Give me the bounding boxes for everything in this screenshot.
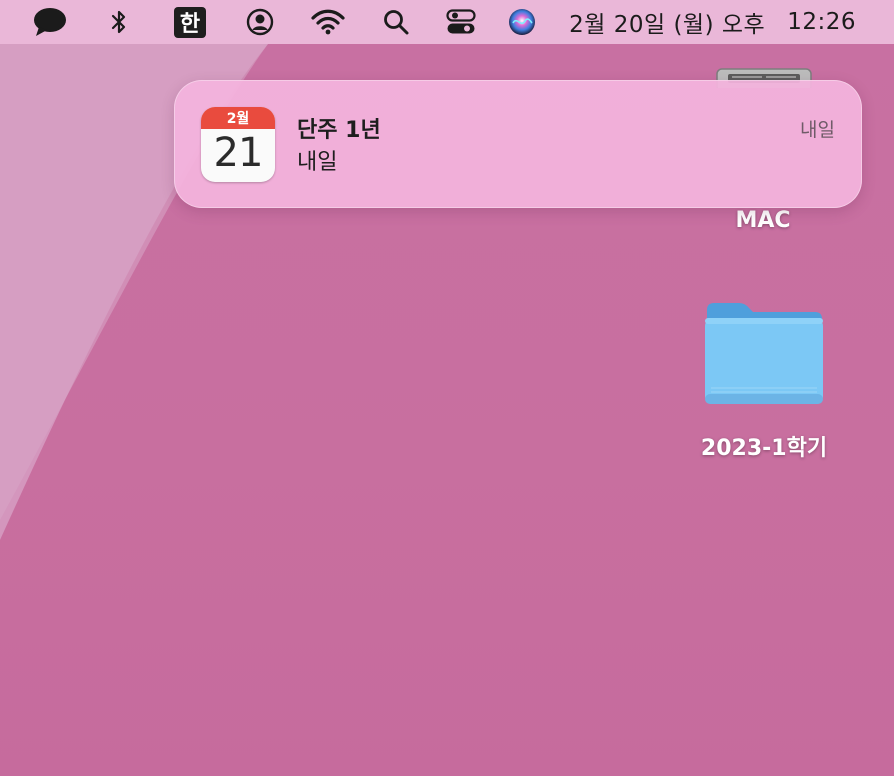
desktop-item-folder-label[interactable]: 2023-1학기 [680, 430, 848, 462]
input-source-label: 한 [174, 6, 206, 38]
wifi-icon[interactable] [310, 0, 346, 44]
calendar-icon-month: 2월 [201, 107, 275, 129]
spotlight-search-icon[interactable] [381, 0, 411, 44]
notification-body: 내일 [297, 150, 338, 175]
input-source-icon[interactable]: 한 [173, 0, 207, 44]
calendar-icon-day: 21 [213, 130, 264, 176]
control-center-icon[interactable] [445, 0, 477, 44]
calendar-notification[interactable]: 2월 21 단주 1년 내일 내일 [174, 80, 862, 208]
user-account-icon[interactable] [245, 0, 275, 44]
messages-icon[interactable] [32, 0, 68, 44]
notification-time: 내일 [800, 119, 835, 141]
menu-bar-date: 2월 20일 (월) 오후 [569, 12, 766, 38]
menu-bar-time: 12:26 [787, 9, 856, 35]
notification-title: 단주 1년 [297, 118, 381, 143]
calendar-icon: 2월 21 [201, 107, 275, 182]
desktop-item-mac-label[interactable]: MAC [712, 208, 814, 233]
folder-icon[interactable] [703, 300, 825, 406]
bluetooth-icon[interactable] [106, 0, 132, 44]
menu-bar: 한 2월 20일 (월) 오후 12:26 [0, 0, 894, 44]
menu-bar-clock[interactable]: 2월 20일 (월) 오후 12:26 [569, 0, 856, 44]
siri-icon[interactable] [507, 0, 537, 44]
